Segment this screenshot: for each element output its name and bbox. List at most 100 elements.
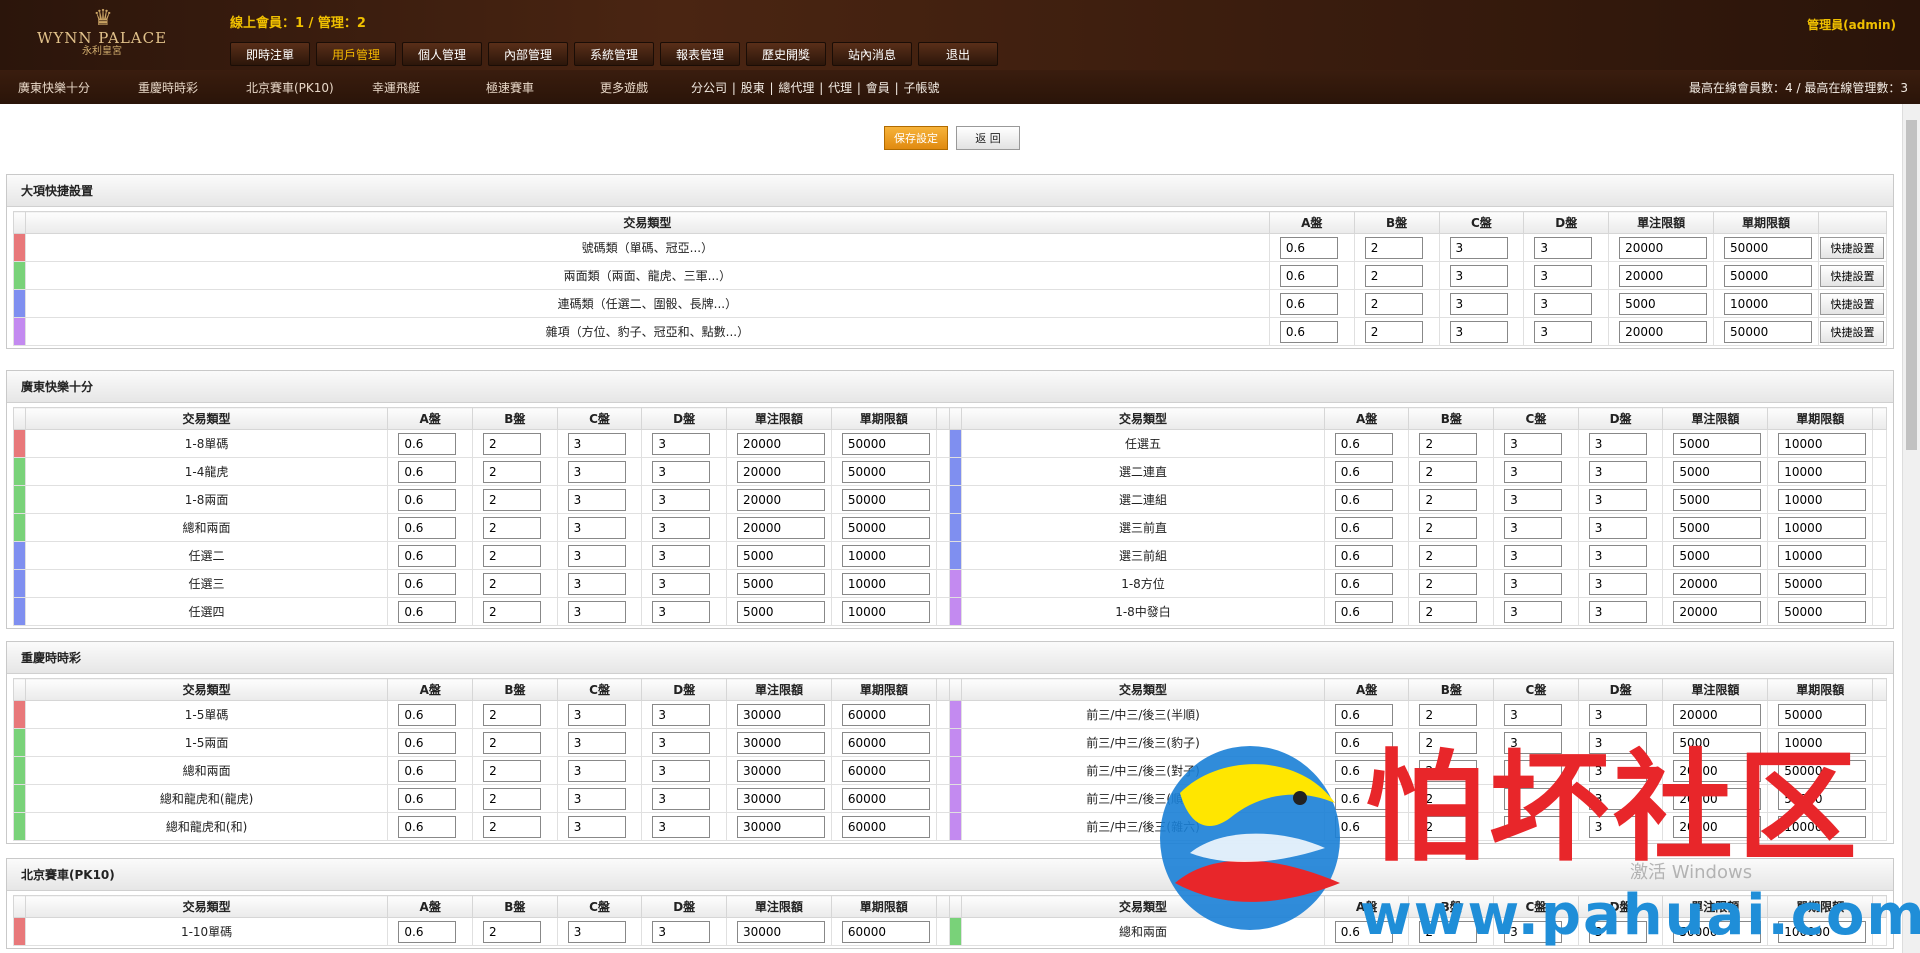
left-a-rate-input[interactable] xyxy=(398,920,457,943)
left-single-limit-input[interactable] xyxy=(736,488,825,511)
right-a-rate-input[interactable] xyxy=(1334,703,1393,726)
left-b-rate-input[interactable] xyxy=(483,731,542,754)
right-c-rate-input[interactable] xyxy=(1504,572,1563,595)
single-limit-input[interactable] xyxy=(1619,292,1708,315)
right-c-rate-input[interactable] xyxy=(1504,731,1563,754)
a-rate-input[interactable] xyxy=(1279,292,1338,315)
left-period-limit-input[interactable] xyxy=(841,460,930,483)
left-single-limit-input[interactable] xyxy=(737,759,826,782)
game-more[interactable]: 更多遊戲 xyxy=(600,79,648,96)
left-b-rate-input[interactable] xyxy=(483,815,542,838)
left-single-limit-input[interactable] xyxy=(737,920,825,943)
right-d-rate-input[interactable] xyxy=(1588,432,1647,455)
single-limit-input[interactable] xyxy=(1619,264,1708,287)
left-period-limit-input[interactable] xyxy=(841,488,930,511)
left-b-rate-input[interactable] xyxy=(483,600,541,623)
right-period-limit-input[interactable] xyxy=(1778,544,1867,567)
c-rate-input[interactable] xyxy=(1449,236,1508,259)
left-single-limit-input[interactable] xyxy=(736,600,825,623)
scrollbar-thumb[interactable] xyxy=(1906,120,1917,450)
right-b-rate-input[interactable] xyxy=(1419,920,1478,943)
right-d-rate-input[interactable] xyxy=(1588,460,1647,483)
left-a-rate-input[interactable] xyxy=(398,759,457,782)
nav-user-manage[interactable]: 用戶管理 xyxy=(316,42,396,66)
left-a-rate-input[interactable] xyxy=(398,703,457,726)
right-c-rate-input[interactable] xyxy=(1504,920,1563,943)
back-button[interactable]: 返 回 xyxy=(956,126,1020,150)
right-b-rate-input[interactable] xyxy=(1419,488,1478,511)
period-limit-input[interactable] xyxy=(1724,264,1813,287)
left-a-rate-input[interactable] xyxy=(398,488,457,511)
nav-live-bets[interactable]: 即時注單 xyxy=(230,42,310,66)
left-d-rate-input[interactable] xyxy=(652,544,711,567)
right-d-rate-input[interactable] xyxy=(1588,600,1647,623)
right-b-rate-input[interactable] xyxy=(1419,731,1478,754)
left-d-rate-input[interactable] xyxy=(652,920,711,943)
game-lucky[interactable]: 幸運飛艇 xyxy=(372,79,420,96)
left-c-rate-input[interactable] xyxy=(567,815,626,838)
left-single-limit-input[interactable] xyxy=(736,432,825,455)
d-rate-input[interactable] xyxy=(1534,264,1593,287)
right-single-limit-input[interactable] xyxy=(1673,759,1762,782)
left-c-rate-input[interactable] xyxy=(567,759,626,782)
right-b-rate-input[interactable] xyxy=(1419,815,1478,838)
left-d-rate-input[interactable] xyxy=(652,460,711,483)
d-rate-input[interactable] xyxy=(1534,236,1593,259)
left-period-limit-input[interactable] xyxy=(841,731,930,754)
left-a-rate-input[interactable] xyxy=(398,460,457,483)
right-b-rate-input[interactable] xyxy=(1419,460,1478,483)
nav-messages[interactable]: 站內消息 xyxy=(832,42,912,66)
right-a-rate-input[interactable] xyxy=(1334,600,1393,623)
c-rate-input[interactable] xyxy=(1449,264,1508,287)
left-b-rate-input[interactable] xyxy=(483,460,541,483)
left-single-limit-input[interactable] xyxy=(736,544,825,567)
right-period-limit-input[interactable] xyxy=(1778,572,1867,595)
left-a-rate-input[interactable] xyxy=(398,572,457,595)
a-rate-input[interactable] xyxy=(1279,264,1338,287)
left-c-rate-input[interactable] xyxy=(567,572,626,595)
game-speed[interactable]: 極速賽車 xyxy=(486,79,534,96)
left-d-rate-input[interactable] xyxy=(652,516,711,539)
left-period-limit-input[interactable] xyxy=(841,920,930,943)
left-single-limit-input[interactable] xyxy=(737,815,826,838)
left-period-limit-input[interactable] xyxy=(841,432,930,455)
role-shareholder[interactable]: 股東 xyxy=(741,81,765,95)
left-b-rate-input[interactable] xyxy=(483,544,541,567)
right-single-limit-input[interactable] xyxy=(1673,600,1762,623)
nav-reports[interactable]: 報表管理 xyxy=(660,42,740,66)
left-b-rate-input[interactable] xyxy=(483,572,541,595)
c-rate-input[interactable] xyxy=(1449,320,1508,343)
b-rate-input[interactable] xyxy=(1364,236,1423,259)
right-single-limit-input[interactable] xyxy=(1673,703,1762,726)
left-b-rate-input[interactable] xyxy=(483,432,541,455)
right-a-rate-input[interactable] xyxy=(1334,759,1393,782)
left-c-rate-input[interactable] xyxy=(567,544,626,567)
left-c-rate-input[interactable] xyxy=(567,731,626,754)
right-a-rate-input[interactable] xyxy=(1334,516,1393,539)
left-d-rate-input[interactable] xyxy=(652,703,711,726)
right-c-rate-input[interactable] xyxy=(1504,815,1563,838)
left-d-rate-input[interactable] xyxy=(652,488,711,511)
d-rate-input[interactable] xyxy=(1534,292,1593,315)
left-period-limit-input[interactable] xyxy=(841,572,930,595)
game-pk10[interactable]: 北京賽車(PK10) xyxy=(246,79,334,96)
right-b-rate-input[interactable] xyxy=(1419,703,1478,726)
right-d-rate-input[interactable] xyxy=(1588,544,1647,567)
right-d-rate-input[interactable] xyxy=(1588,516,1647,539)
left-a-rate-input[interactable] xyxy=(398,731,457,754)
right-a-rate-input[interactable] xyxy=(1334,731,1393,754)
single-limit-input[interactable] xyxy=(1619,320,1708,343)
right-single-limit-input[interactable] xyxy=(1673,815,1762,838)
quick-set-button[interactable]: 快捷設置 xyxy=(1820,264,1885,287)
right-d-rate-input[interactable] xyxy=(1588,572,1647,595)
left-period-limit-input[interactable] xyxy=(841,815,930,838)
nav-internal[interactable]: 內部管理 xyxy=(488,42,568,66)
save-settings-button[interactable]: 保存設定 xyxy=(884,126,948,150)
left-c-rate-input[interactable] xyxy=(567,703,626,726)
left-c-rate-input[interactable] xyxy=(567,600,626,623)
quick-set-button[interactable]: 快捷設置 xyxy=(1820,292,1885,315)
left-d-rate-input[interactable] xyxy=(652,432,711,455)
left-single-limit-input[interactable] xyxy=(737,731,826,754)
right-single-limit-input[interactable] xyxy=(1673,731,1762,754)
right-c-rate-input[interactable] xyxy=(1504,787,1563,810)
